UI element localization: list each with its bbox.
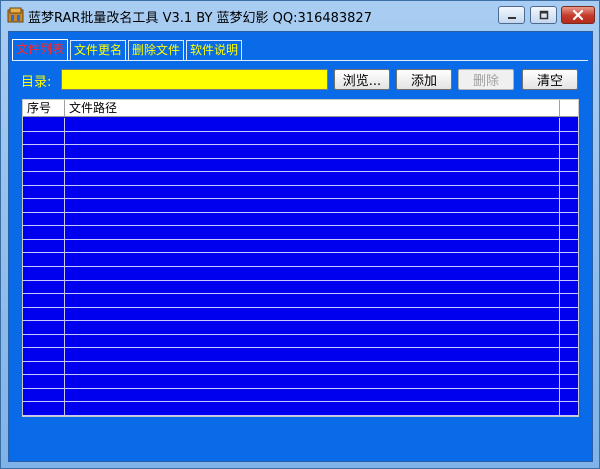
table-row[interactable] [23,199,578,213]
table-row[interactable] [23,226,578,240]
row-cell-seq [23,131,65,145]
maximize-button[interactable] [530,6,557,24]
row-cell-path [65,334,560,348]
row-cell-seq [23,280,65,294]
table-row[interactable] [23,321,578,335]
tab-divider [12,60,588,61]
row-cell-seq [23,118,65,131]
row-cell-path [65,239,560,253]
row-cell-seq [23,361,65,375]
row-cell-seq [23,172,65,185]
row-cell-path [65,388,560,402]
title-bar[interactable]: 蓝梦RAR批量改名工具 V3.1 BY 蓝梦幻影 QQ:316483827 [1,1,599,31]
column-header-filler [560,100,578,117]
tab-strip: 文件列表 文件更名 删除文件 软件说明 [12,39,244,61]
table-row[interactable] [23,145,578,159]
row-cell-seq [23,185,65,199]
row-cell-seq [23,158,65,172]
row-cell-path [65,131,560,145]
table-row[interactable] [23,118,578,132]
row-cell-path [65,185,560,199]
table-row[interactable] [23,334,578,349]
row-cell-path [65,226,560,239]
add-button[interactable]: 添加 [396,69,452,90]
client-area: 文件列表 文件更名 删除文件 软件说明 目录: 浏览... 添加 删除 清空 序… [8,31,593,462]
row-cell-path [65,307,560,321]
list-header: 序号 文件路径 [23,100,578,117]
row-cell-path [65,145,560,158]
column-header-seq[interactable]: 序号 [23,100,65,117]
row-cell-path [65,199,560,212]
close-button[interactable] [561,6,595,24]
table-row[interactable] [23,294,578,308]
row-cell-seq [23,307,65,321]
row-cell-path [65,375,560,388]
minimize-icon [507,17,516,19]
row-cell-seq [23,212,65,226]
app-folder-icon [7,7,24,23]
directory-label: 目录: [21,75,52,90]
clear-button[interactable]: 清空 [522,69,578,90]
table-row[interactable] [23,267,578,281]
list-rows [23,118,578,416]
table-row[interactable] [23,280,578,295]
minimize-button[interactable] [498,6,525,24]
table-row[interactable] [23,361,578,376]
row-cell-seq [23,402,65,416]
window-title: 蓝梦RAR批量改名工具 V3.1 BY 蓝梦幻影 QQ:316483827 [28,11,372,26]
row-cell-seq [23,388,65,402]
browse-button[interactable]: 浏览... [334,69,390,90]
file-list-view[interactable]: 序号 文件路径 [22,99,579,417]
table-row[interactable] [23,239,578,254]
row-cell-seq [23,267,65,280]
row-cell-path [65,118,560,131]
table-row[interactable] [23,375,578,389]
row-cell-path [65,158,560,172]
row-cell-seq [23,321,65,334]
row-cell-path [65,212,560,226]
row-cell-seq [23,199,65,212]
table-row[interactable] [23,172,578,186]
app-window: 蓝梦RAR批量改名工具 V3.1 BY 蓝梦幻影 QQ:316483827 文件… [0,0,600,469]
table-row[interactable] [23,158,578,173]
row-cell-seq [23,348,65,361]
row-cell-seq [23,145,65,158]
row-cell-path [65,172,560,185]
row-cell-path [65,267,560,280]
row-cell-path [65,280,560,294]
row-cell-seq [23,375,65,388]
row-cell-seq [23,253,65,267]
table-row[interactable] [23,348,578,362]
table-row[interactable] [23,307,578,322]
row-cell-seq [23,226,65,239]
directory-input[interactable] [61,69,328,90]
close-icon [572,9,584,21]
table-row[interactable] [23,212,578,227]
row-cell-seq [23,294,65,307]
maximize-icon [539,10,548,20]
table-row[interactable] [23,402,578,416]
row-cell-path [65,321,560,334]
row-cell-path [65,294,560,307]
column-header-path[interactable]: 文件路径 [65,100,560,117]
row-cell-path [65,402,560,416]
table-row[interactable] [23,388,578,403]
row-cell-seq [23,334,65,348]
tab-file-list[interactable]: 文件列表 [12,39,69,61]
tab-delete-files[interactable]: 删除文件 [128,40,185,61]
tab-software-info[interactable]: 软件说明 [186,40,243,61]
delete-button: 删除 [458,69,514,90]
table-row[interactable] [23,253,578,268]
table-row[interactable] [23,131,578,146]
row-cell-path [65,348,560,361]
row-cell-path [65,253,560,267]
row-cell-path [65,361,560,375]
table-row[interactable] [23,185,578,200]
tab-file-rename[interactable]: 文件更名 [70,40,127,61]
row-cell-seq [23,239,65,253]
